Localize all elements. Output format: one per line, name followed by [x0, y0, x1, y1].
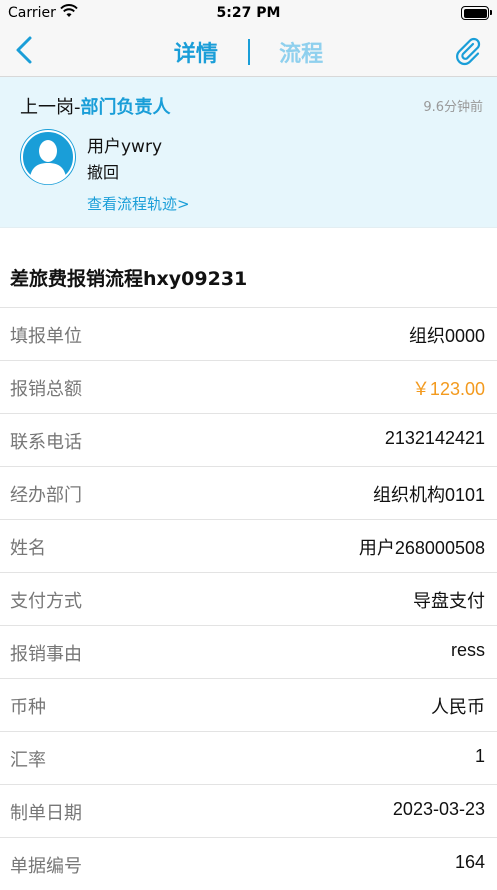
field-value: 2023-03-23 — [392, 799, 485, 819]
paperclip-icon — [456, 37, 481, 66]
tab-divider — [247, 39, 250, 65]
field-value: 组织机构0101 — [372, 485, 485, 505]
form-title: 差旅费报销流程hxy09231 — [10, 268, 248, 290]
tab-flow[interactable]: 流程 — [279, 36, 323, 68]
clock: 5:27 PM — [216, 5, 281, 21]
field-label: 经办部门 — [10, 485, 82, 506]
field-row: 填报单位 组织0000 — [0, 307, 497, 360]
field-label: 币种 — [10, 697, 46, 718]
field-label: 填报单位 — [10, 326, 82, 347]
field-value: 人民币 — [431, 697, 485, 717]
previous-step-card: 上一岗-部门负责人 9.6分钟前 用户ywry 撤回 查看流程轨迹> — [0, 77, 497, 228]
status-bar: Carrier 5:27 PM — [0, 0, 497, 26]
field-row: 制单日期 2023-03-23 — [0, 784, 497, 837]
step-prefix: 上一岗- — [20, 97, 81, 118]
battery-icon — [461, 6, 492, 20]
field-row: 支付方式 导盘支付 — [0, 572, 497, 625]
field-row: 币种 人民币 — [0, 678, 497, 731]
field-value-amount: ￥123.00 — [411, 379, 485, 399]
field-label: 联系电话 — [10, 432, 82, 453]
field-row: 单据编号 164 — [0, 837, 497, 890]
field-value: 2132142421 — [384, 428, 485, 448]
field-label: 汇率 — [10, 750, 46, 771]
form-fields: 填报单位 组织0000 报销总额 ￥123.00 联系电话 2132142421 经办… — [0, 307, 497, 890]
field-label: 支付方式 — [10, 591, 82, 612]
user-silhouette-icon — [21, 130, 75, 185]
elapsed-time: 9.6分钟前 — [423, 100, 483, 115]
avatar — [20, 129, 76, 185]
field-row: 经办部门 组织机构0101 — [0, 466, 497, 519]
attachment-button[interactable] — [453, 36, 483, 66]
field-row: 姓名 用户268000508 — [0, 519, 497, 572]
field-value: 164 — [454, 852, 485, 872]
field-label: 姓名 — [10, 538, 46, 559]
field-value: 组织0000 — [408, 326, 485, 346]
tab-detail[interactable]: 详情 — [174, 36, 218, 68]
field-row: 联系电话 2132142421 — [0, 413, 497, 466]
navigation-bar: 详情 流程 — [0, 26, 497, 77]
field-label: 报销总额 — [10, 379, 82, 400]
field-label: 单据编号 — [10, 856, 82, 877]
field-label: 报销事由 — [10, 644, 82, 665]
field-value: ress — [450, 640, 485, 660]
previous-step-label: 上一岗-部门负责人 — [20, 93, 171, 119]
operator-name: 用户ywry — [87, 137, 163, 157]
segmented-tabs: 详情 流程 — [0, 36, 497, 68]
field-row: 报销事由 ress — [0, 625, 497, 678]
field-row: 汇率 1 — [0, 731, 497, 784]
step-role: 部门负责人 — [80, 97, 171, 118]
field-value: 用户268000508 — [358, 538, 485, 558]
view-flow-trace-link[interactable]: 查看流程轨迹> — [87, 193, 190, 214]
field-label: 制单日期 — [10, 803, 82, 824]
field-row: 报销总额 ￥123.00 — [0, 360, 497, 413]
field-value: 导盘支付 — [413, 591, 485, 611]
field-value: 1 — [474, 746, 485, 766]
operation-action: 撤回 — [87, 163, 120, 182]
